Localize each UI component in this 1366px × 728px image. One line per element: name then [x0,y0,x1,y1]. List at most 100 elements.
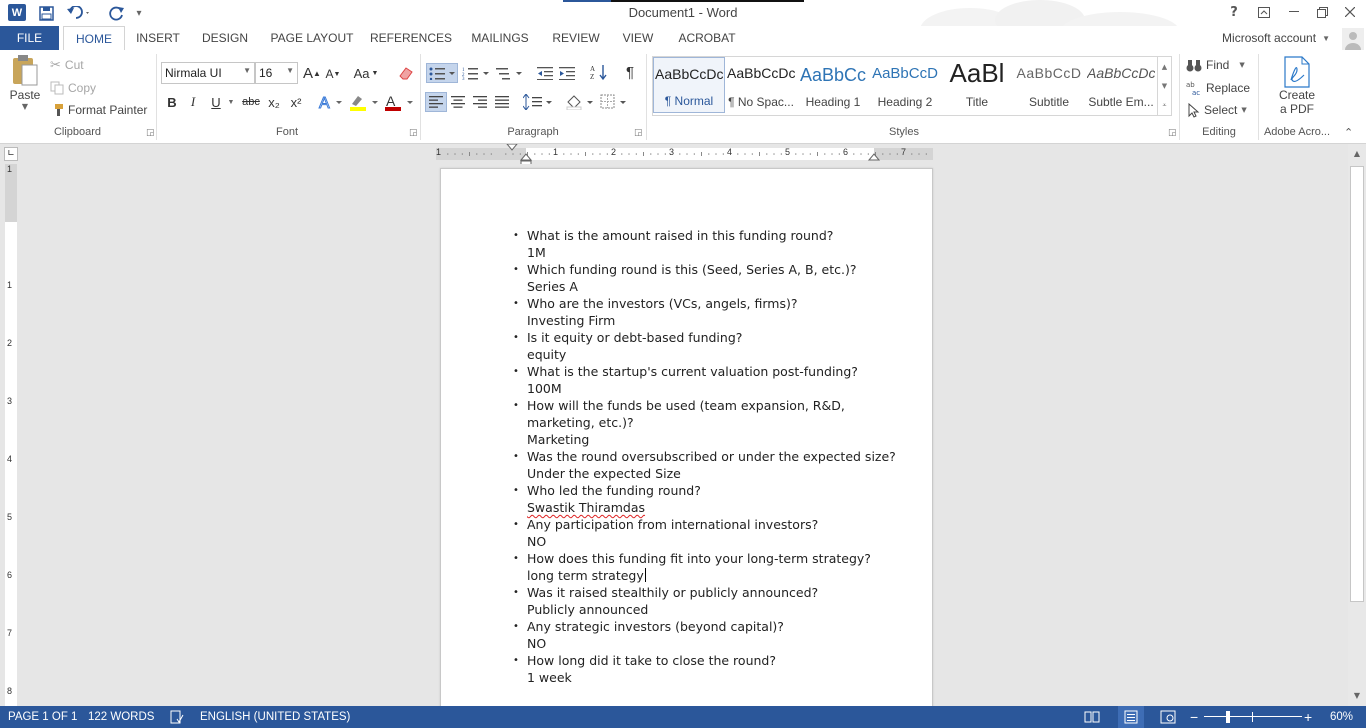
subscript-button[interactable]: x₂ [264,92,284,112]
list-item[interactable]: • How does this funding fit into your lon… [513,550,907,584]
user-avatar[interactable] [1342,28,1364,50]
help-icon[interactable]: ? [1220,2,1248,22]
change-case-button[interactable]: Aa ▼ [352,63,380,83]
tab-home[interactable]: HOME [63,26,125,51]
numbering-button[interactable]: 123 [461,63,491,83]
scrollbar-thumb[interactable] [1350,166,1364,602]
bold-button[interactable]: B [163,92,181,112]
word-count-status[interactable]: 122 WORDS [88,706,154,728]
list-item[interactable]: • Any strategic investors (beyond capital… [513,618,907,652]
list-item[interactable]: • What is the startup's current valuation… [513,363,907,397]
style-subtle-emphasis[interactable]: AaBbCcDc Subtle Em... [1085,57,1157,113]
collapse-ribbon-icon[interactable]: ⌃ [1344,126,1353,139]
style-title[interactable]: AaBl Title [941,57,1013,113]
align-center-button[interactable] [448,92,468,112]
list-item[interactable]: • Which funding round is this (Seed, Seri… [513,261,907,295]
superscript-button[interactable]: x² [286,92,306,112]
read-mode-icon[interactable] [1084,706,1100,728]
italic-button[interactable]: I [184,92,202,112]
format-painter-button[interactable]: Format Painter [50,101,147,119]
show-formatting-marks-button[interactable]: ¶ [620,62,640,82]
list-item[interactable]: • Any participation from international in… [513,516,907,550]
style-subtitle[interactable]: AaBbCcD Subtitle [1013,57,1085,113]
style-no-spacing[interactable]: AaBbCcDc ¶ No Spac... [725,57,797,113]
styles-scroll-up-icon[interactable]: ▲ [1162,63,1167,71]
list-item[interactable]: • Was it raised stealthily or publicly an… [513,584,907,618]
document-page[interactable]: • What is the amount raised in this fundi… [440,168,933,706]
paste-button[interactable]: Paste ▼ [6,54,44,120]
bullets-button[interactable] [426,63,458,83]
proofing-icon[interactable] [170,706,184,728]
font-size-combo[interactable]: 16 ▼ [255,62,298,84]
paragraph-launcher-icon[interactable]: ◲ [634,128,643,138]
style-heading-2[interactable]: AaBbCcD Heading 2 [869,57,941,113]
style-normal[interactable]: AaBbCcDc ¶ Normal [653,57,725,113]
restore-icon[interactable] [1308,2,1336,22]
list-item[interactable]: • How long did it take to close the round… [513,652,907,686]
vertical-scrollbar[interactable]: ▲ ▼ [1348,144,1366,706]
shrink-font-button[interactable]: A ▼ [324,64,342,84]
font-launcher-icon[interactable]: ◲ [409,128,418,138]
tab-references[interactable]: REFERENCES [370,26,452,50]
select-button[interactable]: Select ▼ [1188,101,1247,119]
zoom-in-icon[interactable]: + [1304,706,1312,728]
list-item[interactable]: • How will the funds be used (team expans… [513,397,907,448]
font-color-button[interactable]: A [383,92,415,112]
list-item[interactable]: • Is it equity or debt-based funding? equi… [513,329,907,363]
line-spacing-button[interactable] [523,92,553,112]
scroll-up-icon[interactable]: ▲ [1350,146,1364,160]
styles-more-icon[interactable]: ⩡ [1163,101,1167,110]
print-layout-icon[interactable] [1118,706,1144,728]
clipboard-launcher-icon[interactable]: ◲ [146,128,155,138]
scroll-down-icon[interactable]: ▼ [1350,688,1364,702]
zoom-out-icon[interactable]: − [1190,706,1198,728]
styles-scroll-down-icon[interactable]: ▼ [1162,82,1167,90]
align-right-button[interactable] [470,92,490,112]
copy-button[interactable]: Copy [50,79,96,97]
language-status[interactable]: ENGLISH (UNITED STATES) [200,706,350,728]
zoom-slider-thumb[interactable] [1226,711,1230,723]
multilevel-list-button[interactable] [494,63,524,83]
increase-indent-button[interactable] [557,63,577,83]
page-count-status[interactable]: PAGE 1 OF 1 [8,706,77,728]
grow-font-button[interactable]: A ▲ [302,63,322,83]
sort-button[interactable]: AZ [589,62,609,82]
list-item[interactable]: • Was the round oversubscribed or under t… [513,448,907,482]
tab-design[interactable]: DESIGN [196,26,254,50]
vertical-ruler[interactable]: 1 1 2 3 4 5 6 7 8 [5,164,17,706]
tab-file[interactable]: FILE [0,26,59,50]
close-icon[interactable] [1336,2,1364,22]
account-button[interactable]: Microsoft account ▼ [1206,26,1346,50]
find-button[interactable]: Find ▼ [1186,56,1245,74]
list-item[interactable]: • Who are the investors (VCs, angels, fir… [513,295,907,329]
borders-button[interactable] [600,92,630,112]
tab-acrobat[interactable]: ACROBAT [672,26,742,50]
zoom-level[interactable]: 60% [1330,706,1353,728]
underline-button[interactable]: U [206,92,226,112]
cut-button[interactable]: ✂ Cut [50,56,84,74]
tab-review[interactable]: REVIEW [548,26,604,50]
tab-view[interactable]: VIEW [616,26,660,50]
ribbon-display-options-icon[interactable] [1250,2,1278,22]
highlight-color-button[interactable] [348,92,380,112]
tab-page-layout[interactable]: PAGE LAYOUT [266,26,358,50]
bulleted-list[interactable]: • What is the amount raised in this fundi… [513,227,907,686]
zoom-slider[interactable] [1204,716,1302,717]
text-effects-button[interactable]: A [316,92,344,112]
styles-launcher-icon[interactable]: ◲ [1168,128,1177,138]
font-name-combo[interactable]: Nirmala UI ▼ [161,62,255,84]
web-layout-icon[interactable] [1160,706,1176,728]
tab-insert[interactable]: INSERT [132,26,184,50]
align-left-button[interactable] [425,92,447,112]
right-indent-marker[interactable] [868,150,880,162]
style-heading-1[interactable]: AaBbCc Heading 1 [797,57,869,113]
strikethrough-button[interactable]: abc [240,92,262,112]
list-item[interactable]: • Who led the funding round? Swastik Thira… [513,482,907,516]
tab-selector-button[interactable]: ∟ [4,147,18,161]
list-item[interactable]: • What is the amount raised in this fundi… [513,227,907,261]
replace-button[interactable]: ab ac Replace [1186,79,1250,97]
first-line-indent-marker[interactable] [506,144,518,166]
decrease-indent-button[interactable] [535,63,555,83]
horizontal-ruler[interactable]: 1 1 2 3 4 5 6 7 [436,144,933,167]
clear-formatting-button[interactable] [396,63,416,83]
